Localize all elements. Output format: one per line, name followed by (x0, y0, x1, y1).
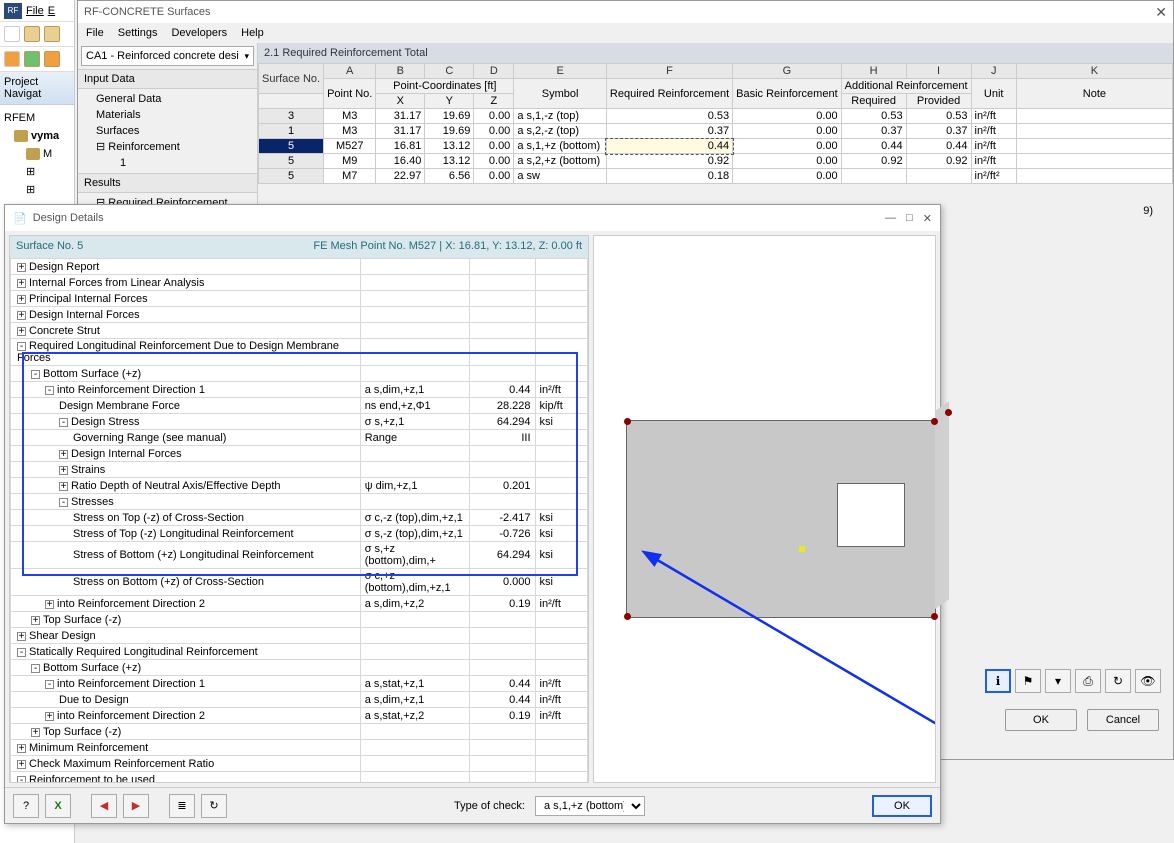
dd-ok-button[interactable]: OK (872, 795, 932, 817)
tree-rfem[interactable]: RFEM (4, 109, 35, 127)
tree-materials[interactable]: Materials (92, 107, 257, 123)
menu-developers[interactable]: Developers (171, 27, 227, 39)
tool-eye[interactable]: 👁 (1135, 669, 1161, 693)
rfem-menu-e[interactable]: E (48, 5, 55, 17)
tree-general-data[interactable]: General Data (92, 91, 257, 107)
help-button[interactable]: ? (13, 794, 39, 818)
rfem-tool-new[interactable] (4, 26, 20, 42)
check-label: Type of check: (454, 800, 525, 812)
case-combo[interactable]: CA1 - Reinforced concrete desi▾ (81, 46, 254, 66)
table-row[interactable]: 5M916.4013.120.00a s,2,+z (bottom)0.920.… (259, 154, 1173, 169)
ok-button[interactable]: OK (1005, 709, 1077, 731)
refresh-button[interactable]: ↻ (201, 794, 227, 818)
tool-b2[interactable]: ▾ (1045, 669, 1071, 693)
design-details-window: 📄 Design Details — □ ✕ Surface No. 5 FE … (4, 204, 941, 824)
menu-help[interactable]: Help (241, 27, 264, 39)
dd-surface: Surface No. 5 (16, 240, 83, 254)
view-toolbar: ℹ ⚑ ▾ ⎙ ↻ 👁 (985, 669, 1161, 693)
preview-3d[interactable] (593, 235, 936, 783)
result-grid[interactable]: Surface No. A B C D E F G H I J K Point … (258, 63, 1173, 184)
tool-b4[interactable]: ↻ (1105, 669, 1131, 693)
tree-reinf-1[interactable]: 1 (92, 155, 257, 171)
table-row[interactable]: 3M331.1719.690.00a s,1,-z (top)0.530.000… (259, 109, 1173, 124)
dd-close[interactable]: ✕ (923, 212, 932, 225)
rfem-tool-c[interactable] (44, 51, 60, 67)
results-header: Results (78, 173, 257, 193)
menu-settings[interactable]: Settings (118, 27, 158, 39)
project-tree[interactable]: RFEM vyma M ⊞ ⊞ (0, 105, 74, 203)
detail-tree-panel[interactable]: Surface No. 5 FE Mesh Point No. M527 | X… (9, 235, 589, 783)
table-row[interactable]: 5M722.976.560.00a sw0.180.00in²/ft² (259, 169, 1173, 184)
dd-max[interactable]: □ (906, 212, 913, 225)
tree-project[interactable]: vyma (31, 127, 59, 145)
info-button[interactable]: ℹ (985, 669, 1011, 693)
tree-surfaces[interactable]: Surfaces (92, 123, 257, 139)
input-data-header: Input Data (78, 69, 257, 89)
project-navigator-title: Project Navigat (0, 72, 74, 105)
rfem-tool-open[interactable] (24, 26, 40, 42)
window-title: RF-CONCRETE Surfaces (84, 6, 211, 18)
tree-m[interactable]: M (43, 145, 52, 163)
menu-file[interactable]: File (86, 27, 104, 39)
dd-meta: FE Mesh Point No. M527 | X: 16.81, Y: 13… (313, 240, 582, 254)
table-row[interactable]: 1M331.1719.690.00a s,2,-z (top)0.370.000… (259, 124, 1173, 139)
note-extra: 9) (1143, 205, 1153, 217)
rfem-menu-file[interactable]: File (26, 5, 44, 17)
tool-b1[interactable]: ⚑ (1015, 669, 1041, 693)
tool-b3[interactable]: ⎙ (1075, 669, 1101, 693)
rfem-tool-b[interactable] (24, 51, 40, 67)
window-close[interactable]: ✕ (1155, 4, 1167, 21)
fe-point-marker (799, 546, 805, 552)
check-select[interactable]: a s,1,+z (bottom) (535, 796, 645, 816)
tree-reinforcement[interactable]: ⊟ Reinforcement (92, 139, 257, 155)
prev-button[interactable]: ◀ (91, 794, 117, 818)
cancel-button[interactable]: Cancel (1087, 709, 1159, 731)
slab-shape (626, 420, 936, 618)
next-button[interactable]: ▶ (123, 794, 149, 818)
dd-min[interactable]: — (885, 212, 896, 225)
rfem-tool-save[interactable] (44, 26, 60, 42)
list-button[interactable]: ≣ (169, 794, 195, 818)
rfem-tool-a[interactable] (4, 51, 20, 67)
section-title: 2.1 Required Reinforcement Total (258, 43, 1173, 63)
excel-button[interactable]: X (45, 794, 71, 818)
rfem-logo: RF (4, 3, 22, 19)
dd-title: Design Details (33, 212, 104, 224)
table-row[interactable]: 5M52716.8113.120.00a s,1,+z (bottom)0.44… (259, 139, 1173, 154)
